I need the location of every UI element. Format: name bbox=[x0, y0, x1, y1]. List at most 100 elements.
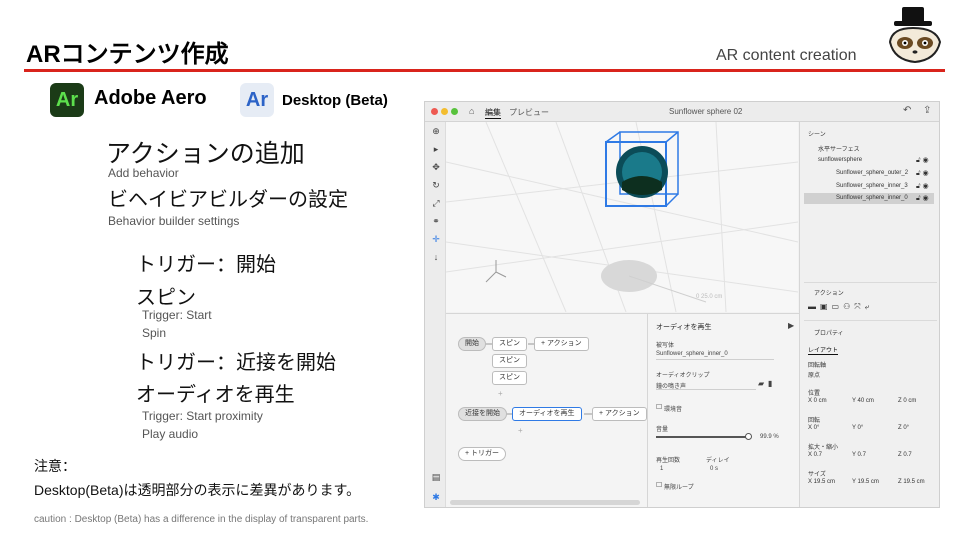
rotation-label: 回転 bbox=[808, 418, 821, 424]
rotation-z[interactable]: Z 0° bbox=[898, 425, 909, 431]
folder-icon[interactable]: ▰ bbox=[758, 379, 764, 388]
menu-edit[interactable]: 編集 bbox=[485, 107, 501, 119]
pivot-select[interactable]: 原点 bbox=[808, 370, 820, 379]
delay-label: ディレイ bbox=[706, 458, 730, 464]
properties-header[interactable]: プロパティ bbox=[814, 328, 844, 337]
volume-label: 音量 bbox=[656, 427, 669, 433]
target-label: 被写体 bbox=[656, 343, 675, 349]
volume-value: 99.9 % bbox=[760, 434, 779, 440]
scale-y[interactable]: Y 0.7 bbox=[852, 452, 866, 458]
close-window-button[interactable] bbox=[431, 108, 438, 115]
viewport-scale-label: 0 25.0 cm bbox=[696, 294, 723, 300]
position-y[interactable]: Y 40 cm bbox=[852, 398, 874, 404]
minimize-window-button[interactable] bbox=[441, 108, 448, 115]
move-tool-icon[interactable]: ✥ bbox=[430, 162, 442, 173]
position-z[interactable]: Z 0 cm bbox=[898, 398, 916, 404]
spin-action-chip-3[interactable]: スピン bbox=[492, 371, 527, 385]
size-label: サイズ bbox=[808, 472, 826, 478]
play-audio-jp: オーディオを再生 bbox=[136, 384, 295, 406]
pivot-label: 回転軸 bbox=[808, 363, 827, 369]
actions-header[interactable]: アクション bbox=[814, 288, 844, 297]
size-y[interactable]: Y 19.5 cm bbox=[852, 479, 879, 485]
slide-title: ARコンテンツ作成 bbox=[26, 41, 229, 68]
play-audio-action-chip[interactable]: オーディオを再生 bbox=[512, 407, 582, 421]
scene-item-inner-3[interactable]: Sunflower_sphere_inner_3 bbox=[836, 183, 908, 189]
action-tools-icon[interactable]: ▬▣▭⚇⤧⤶ bbox=[808, 302, 873, 312]
scale-z[interactable]: Z 0.7 bbox=[898, 452, 912, 458]
scene-item-inner-0[interactable]: Sunflower_sphere_inner_0 bbox=[836, 195, 908, 201]
spin-action-chip-2[interactable]: スピン bbox=[492, 354, 527, 368]
asset-library-icon[interactable]: ▤ bbox=[430, 472, 442, 483]
scene-item-outer[interactable]: Sunflower_sphere_outer_2 bbox=[836, 170, 908, 176]
trigger-proximity-jp: トリガー：近接を開始 bbox=[136, 352, 336, 374]
scene-item-group[interactable]: sunflowersphere bbox=[818, 157, 862, 163]
share-icon[interactable]: ⇪ bbox=[923, 105, 931, 116]
size-z[interactable]: Z 19.5 cm bbox=[898, 479, 925, 485]
repeat-input[interactable]: 1 bbox=[660, 466, 663, 472]
spin-jp: スピン bbox=[136, 287, 196, 309]
lock-visibility-icon[interactable]: 🔓︎ ◉ bbox=[916, 182, 929, 191]
delay-input[interactable]: 0 s bbox=[710, 466, 718, 472]
add-audio-plus[interactable]: + bbox=[518, 426, 523, 435]
trigger-start-chip[interactable]: 開始 bbox=[458, 337, 486, 351]
scale-tool-icon[interactable]: ⤢ bbox=[430, 198, 442, 209]
behavior-scrollbar[interactable] bbox=[450, 500, 640, 505]
size-x[interactable]: X 19.5 cm bbox=[808, 479, 835, 485]
position-x[interactable]: X 0 cm bbox=[808, 398, 827, 404]
add-action-button-2[interactable]: + アクション bbox=[592, 407, 647, 421]
note-text: Desktop(Beta)は透明部分の表示に差異があります。 bbox=[34, 482, 361, 498]
trigger-proximity-en: Trigger: Start proximity bbox=[142, 409, 263, 423]
add-trigger-button[interactable]: + トリガー bbox=[458, 447, 507, 461]
lock-visibility-icon[interactable]: 🔓︎ ◉ bbox=[916, 169, 929, 178]
drop-tool-icon[interactable]: ↓ bbox=[430, 252, 442, 262]
add-object-icon[interactable]: ⊕ bbox=[430, 126, 442, 137]
scene-header[interactable]: シーン bbox=[808, 129, 826, 138]
slide-subtitle: AR content creation bbox=[716, 47, 857, 64]
ambient-checkbox[interactable]: ☐ bbox=[656, 403, 662, 411]
play-audio-en: Play audio bbox=[142, 427, 199, 441]
menu-preview[interactable]: プレビュー bbox=[509, 107, 549, 118]
slide: ARコンテンツ作成 AR content creation Ar Adobe A… bbox=[0, 0, 960, 540]
add-action-jp: アクションの追加 bbox=[106, 140, 305, 168]
rotate-tool-icon[interactable]: ↻ bbox=[430, 180, 442, 191]
loop-checkbox[interactable]: ☐ bbox=[656, 481, 662, 489]
anchor-tool-icon[interactable]: ✛ bbox=[430, 234, 442, 245]
target-select-underline bbox=[656, 351, 774, 360]
repeat-label: 再生回数 bbox=[656, 458, 681, 464]
trigger-proximity-chip[interactable]: 近接を開始 bbox=[458, 407, 507, 421]
undo-icon[interactable]: ↶ bbox=[903, 105, 911, 116]
rotation-y[interactable]: Y 0° bbox=[852, 425, 863, 431]
lock-visibility-icon[interactable]: 🔓︎ ◉ bbox=[916, 194, 929, 203]
ambient-label: 環境音 bbox=[664, 407, 683, 413]
adobe-aero-logo: Ar bbox=[50, 83, 84, 117]
volume-slider-track[interactable] bbox=[656, 436, 748, 438]
link-tool-icon[interactable]: ⚭ bbox=[430, 216, 442, 227]
tool-column: ⊕ ▸ ✥ ↻ ⤢ ⚭ ✛ ↓ ▤ ✱ bbox=[425, 122, 446, 507]
zoom-window-button[interactable] bbox=[451, 108, 458, 115]
select-tool-icon[interactable]: ▸ bbox=[430, 144, 442, 155]
viewport-grid bbox=[446, 122, 798, 312]
behavior-icon[interactable]: ✱ bbox=[430, 492, 442, 503]
scale-x[interactable]: X 0.7 bbox=[808, 452, 822, 458]
spin-action-chip-1[interactable]: スピン bbox=[492, 337, 527, 351]
add-action-en: Add behavior bbox=[108, 166, 179, 180]
add-action-button-1[interactable]: + アクション bbox=[534, 337, 589, 351]
lock-visibility-icon[interactable]: 🔓︎ ◉ bbox=[916, 156, 929, 165]
audio-properties-panel: オーディオを再生 ▶ 被写体 Sunflower_sphere_inner_0 … bbox=[647, 313, 799, 507]
volume-slider-handle[interactable] bbox=[744, 433, 752, 440]
trash-icon[interactable]: ▮ bbox=[768, 379, 772, 388]
right-panel: シーン 水平サーフェス sunflowersphere Sunflower_sp… bbox=[799, 122, 939, 507]
volume-slider-fill bbox=[656, 436, 748, 438]
clip-label: オーディオクリップ bbox=[656, 373, 710, 379]
spin-en: Spin bbox=[142, 326, 167, 340]
loop-label: 無限ループ bbox=[664, 485, 694, 491]
home-icon[interactable]: ⌂ bbox=[469, 106, 474, 116]
add-spin-plus[interactable]: + bbox=[498, 389, 503, 398]
scene-item-surface[interactable]: 水平サーフェス bbox=[818, 144, 860, 153]
layout-tab[interactable]: レイアウト bbox=[808, 345, 839, 355]
scene-viewport[interactable]: 0 25.0 cm bbox=[446, 122, 798, 312]
aero-app-window: ⌂ 編集 プレビュー Sunflower sphere 02 ↶ ⇪ ⊕ ▸ ✥… bbox=[424, 101, 940, 508]
play-icon[interactable]: ▶ bbox=[788, 321, 794, 330]
rotation-x[interactable]: X 0° bbox=[808, 425, 819, 431]
title-underline bbox=[24, 69, 945, 72]
